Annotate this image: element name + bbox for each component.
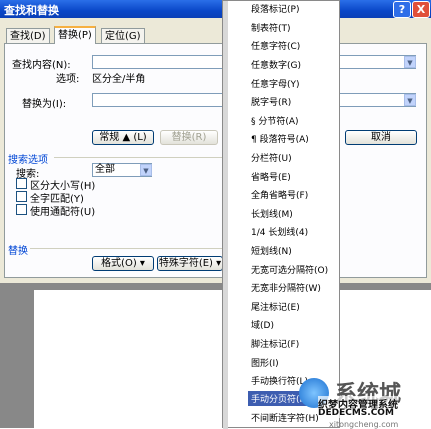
divider [54,157,222,158]
match-case-checkbox[interactable] [16,178,27,189]
menu-item[interactable]: 域(D) [251,318,274,331]
find-replace-dialog: 查找和替换 ? X 查找(D) 替换(P) 定位(G) 查找内容(N): ▼ 选… [0,0,431,283]
window-title: 查找和替换 [4,4,59,17]
scrollbar[interactable] [408,0,431,300]
menu-item[interactable]: ¶ 段落符号(A) [251,132,309,145]
title-bar[interactable]: 查找和替换 ? X [0,0,431,18]
special-button[interactable]: 特殊字符(E) ▾ [157,256,223,271]
menu-item[interactable]: 短划线(N) [251,244,292,257]
menu-item[interactable]: 长划线(M) [251,207,293,220]
whole-word-checkbox[interactable] [16,191,27,202]
special-characters-menu: 段落标记(P) 制表符(T) 任意字符(C) 任意数字(G) 任意字母(Y) 脱… [222,0,340,429]
search-options-heading: 搜索选项 [8,155,48,166]
format-button[interactable]: 格式(O) ▾ [92,256,154,271]
menu-item[interactable]: 任意数字(G) [251,58,301,71]
menu-item[interactable]: 无宽非分隔符(W) [251,281,321,294]
menu-item[interactable]: 1/4 长划线(4) [251,225,308,238]
watermark-url: DEDECMS.COM [318,408,394,418]
watermark: 系统城 织梦内容管理系统 DEDECMS.COM xitongcheng.com [293,374,431,429]
menu-item[interactable]: § 分节符(A) [251,114,299,127]
menu-item[interactable]: 全角省略号(F) [251,188,308,201]
replace-button[interactable]: 替换(R) [160,130,218,145]
cancel-button[interactable]: 取消 [345,130,417,145]
find-label: 查找内容(N): [12,60,71,71]
menu-item[interactable]: 任意字符(C) [251,39,300,52]
tab-replace[interactable]: 替换(P) [54,26,96,44]
menu-item[interactable]: 分栏符(U) [251,151,292,164]
replace-section-heading: 替换 [8,246,28,257]
menu-strip [223,1,228,429]
options-value: 区分全/半角 [92,74,146,85]
menu-item[interactable]: 段落标记(P) [251,2,299,15]
menu-item[interactable]: 任意字母(Y) [251,77,300,90]
menu-item[interactable]: 无宽可选分隔符(O) [251,263,328,276]
tab-goto[interactable]: 定位(G) [101,28,145,43]
menu-item[interactable]: 图形(I) [251,356,279,369]
menu-item[interactable]: 尾注标记(E) [251,300,300,313]
wildcards-label: 使用通配符(U) [30,207,96,218]
tab-find[interactable]: 查找(D) [6,28,50,43]
divider [30,248,222,249]
options-label: 选项: [56,74,80,85]
search-select-value: 全部 [95,164,115,175]
replace-label: 替换为(I): [22,99,67,110]
menu-item[interactable]: 制表符(T) [251,21,291,34]
menu-item[interactable]: 省略号(E) [251,170,291,183]
search-dropdown-icon[interactable]: ▼ [140,164,152,176]
less-button[interactable]: 常规 ▲ (L) [92,130,154,145]
wildcards-checkbox[interactable] [16,204,27,215]
menu-item[interactable]: 脱字号(R) [251,95,291,108]
menu-item[interactable]: 脚注标记(F) [251,337,299,350]
